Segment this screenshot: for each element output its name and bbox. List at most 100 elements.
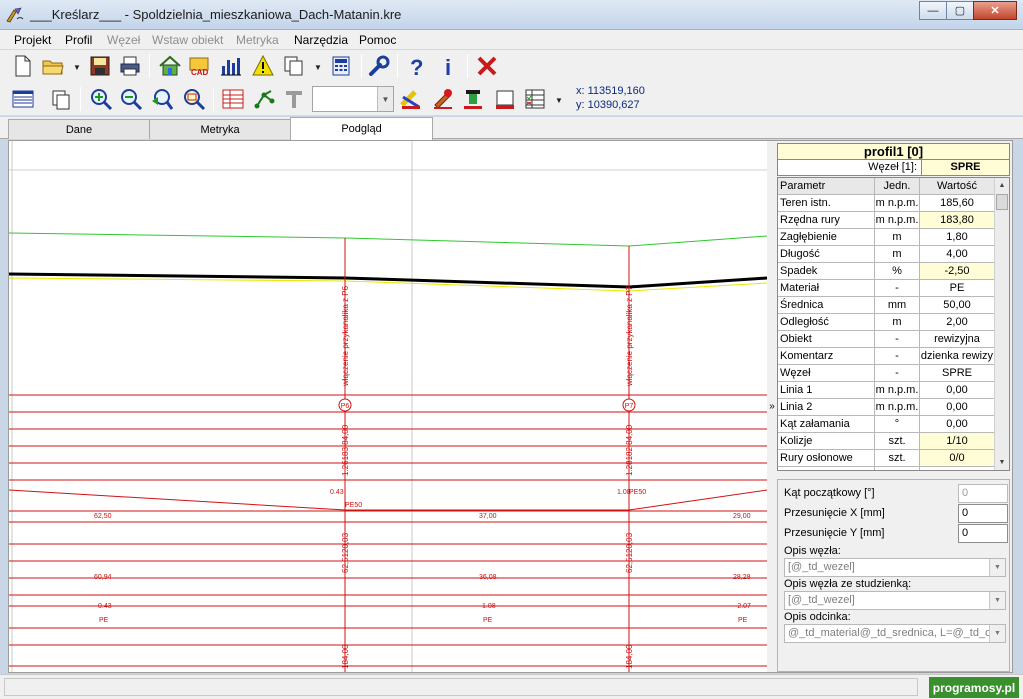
zoom-in-button[interactable] xyxy=(88,86,114,112)
param-value-cell[interactable]: 50,00 xyxy=(920,297,995,314)
open-file-button[interactable] xyxy=(40,53,66,79)
calculator-button[interactable] xyxy=(328,53,354,79)
offset-y-input[interactable]: 0 xyxy=(958,524,1008,543)
line-color-button[interactable] xyxy=(492,86,518,112)
close-button[interactable]: ✕ xyxy=(973,1,1017,20)
menu-projekt[interactable]: Projekt xyxy=(14,33,51,47)
param-value-cell[interactable]: 185,60 xyxy=(920,195,995,212)
exit-button[interactable] xyxy=(474,53,500,79)
home-button[interactable] xyxy=(157,53,183,79)
table-row[interactable]: Materiał - PE xyxy=(778,280,995,297)
chevron-down-icon[interactable]: ▼ xyxy=(377,87,393,111)
menu-profil[interactable]: Profil xyxy=(65,33,92,47)
chart-button[interactable] xyxy=(218,53,244,79)
table-view-button[interactable] xyxy=(10,86,36,112)
tab-metryka[interactable]: Metryka xyxy=(149,119,291,139)
panel-splitter[interactable]: » xyxy=(767,141,777,672)
param-value-cell[interactable]: 0,00 xyxy=(920,382,995,399)
table-row[interactable]: Średnica mm 50,00 xyxy=(778,297,995,314)
layer-combo[interactable]: ▼ xyxy=(312,86,394,112)
table-row[interactable]: Odległość m 2,00 xyxy=(778,314,995,331)
copy-button[interactable] xyxy=(281,53,307,79)
zoom-previous-button[interactable] xyxy=(149,86,175,112)
fill-style-button[interactable] xyxy=(460,86,486,112)
param-value-cell[interactable]: 183,80 xyxy=(920,212,995,229)
segment-description-select[interactable]: @_td_material@_td_srednica, L=@_td_dl ▼ xyxy=(784,624,1006,643)
scroll-down-icon[interactable]: ▼ xyxy=(995,455,1009,470)
param-value-cell[interactable]: rewizyjna xyxy=(920,331,995,348)
chevron-down-icon[interactable]: ▼ xyxy=(989,592,1005,609)
scroll-up-icon[interactable]: ▲ xyxy=(995,178,1009,193)
table-row[interactable]: Kąt załamania ° 0,00 xyxy=(778,416,995,433)
offset-x-input[interactable]: 0 xyxy=(958,504,1008,523)
node-description-select[interactable]: [@_td_wezel] ▼ xyxy=(784,558,1006,577)
param-value-cell[interactable]: SPRE xyxy=(920,365,995,382)
menu-narzedzia[interactable]: Narzędzia xyxy=(294,33,348,47)
pipe-style-button[interactable] xyxy=(398,86,424,112)
table-row[interactable]: Szerokośćm0,50 xyxy=(778,467,995,470)
menu-wstaw-obiekt[interactable]: Wstaw obiekt xyxy=(152,33,223,47)
chevron-down-icon[interactable]: ▼ xyxy=(989,625,1005,642)
open-dropdown-icon[interactable]: ▼ xyxy=(73,63,81,72)
table-row[interactable]: Teren istn. m n.p.m. 185,60 xyxy=(778,195,995,212)
param-value-cell[interactable]: 0,50 xyxy=(920,467,995,470)
nodes-button[interactable] xyxy=(251,86,277,112)
chevron-down-icon[interactable]: ▼ xyxy=(989,559,1005,576)
param-value-cell[interactable]: 0/0 xyxy=(920,450,995,467)
settings-button[interactable] xyxy=(366,53,392,79)
menu-metryka[interactable]: Metryka xyxy=(236,33,279,47)
table-row[interactable]: Długość m 4,00 xyxy=(778,246,995,263)
tab-dane[interactable]: Dane xyxy=(8,119,150,139)
grid-scrollbar[interactable]: ▲ ▼ xyxy=(994,178,1009,470)
table-row[interactable]: Linia 2m n.p.m. 0,00 xyxy=(778,399,995,416)
menu-wezel[interactable]: Węzeł xyxy=(107,33,140,47)
copy-dropdown-icon[interactable]: ▼ xyxy=(314,63,322,72)
table-row[interactable]: Spadek% -2,50 xyxy=(778,263,995,280)
info-button[interactable]: i xyxy=(436,53,462,79)
well-description-select[interactable]: [@_td_wezel] ▼ xyxy=(784,591,1006,610)
param-value-cell[interactable]: 1,80 xyxy=(920,229,995,246)
maximize-button[interactable]: ▢ xyxy=(946,1,974,20)
row4-value-left: PE xyxy=(99,617,109,624)
param-value-cell[interactable]: PE xyxy=(920,280,995,297)
print-button[interactable] xyxy=(117,53,143,79)
help-button[interactable]: ? xyxy=(404,53,430,79)
zoom-out-button[interactable] xyxy=(118,86,144,112)
grid-table-button[interactable] xyxy=(220,86,246,112)
table-row[interactable]: Zagłębienie m 1,80 xyxy=(778,229,995,246)
table-row[interactable]: Obiekt - rewizyjna xyxy=(778,331,995,348)
pen-color-button[interactable] xyxy=(430,86,456,112)
menu-pomoc[interactable]: Pomoc xyxy=(359,33,396,47)
param-value-cell[interactable]: 4,00 xyxy=(920,246,995,263)
zoom-fit-button[interactable] xyxy=(181,86,207,112)
save-button[interactable] xyxy=(87,53,113,79)
param-value-cell[interactable]: dzienka rewizy xyxy=(920,348,995,365)
param-value-cell[interactable]: -2,50 xyxy=(920,263,995,280)
param-value-cell[interactable]: 0,00 xyxy=(920,416,995,433)
profile-canvas[interactable]: P6 P7 włączenie przykanalika z P6 włącze… xyxy=(9,141,767,672)
expand-chevron-icon[interactable]: » xyxy=(769,401,775,412)
minimize-button[interactable]: — xyxy=(919,1,947,20)
layers-dropdown-icon[interactable]: ▼ xyxy=(555,96,563,105)
table-row[interactable]: Węzeł - SPRE xyxy=(778,365,995,382)
warning-button[interactable] xyxy=(250,53,276,79)
table-row[interactable]: Linia 1m n.p.m. 0,00 xyxy=(778,382,995,399)
scroll-thumb[interactable] xyxy=(996,194,1008,210)
tab-podglad[interactable]: Podgląd xyxy=(290,117,433,140)
coordinate-readout: x: 113519,160 y: 10390,627 xyxy=(576,84,645,112)
cad-export-button[interactable]: CAD xyxy=(187,53,213,79)
window-button[interactable] xyxy=(48,86,74,112)
table-row[interactable]: Kolizje szt. 1/10 xyxy=(778,433,995,450)
start-angle-input[interactable]: 0 xyxy=(958,484,1008,503)
table-row[interactable]: Rury osłonowe szt. 0/0 xyxy=(778,450,995,467)
param-value-cell[interactable]: 2,00 xyxy=(920,314,995,331)
param-value-cell[interactable]: 0,00 xyxy=(920,399,995,416)
text-style-button[interactable] xyxy=(281,86,307,112)
layers-button[interactable] xyxy=(522,86,548,112)
param-name-cell: Obiekt xyxy=(778,331,875,348)
table-row[interactable]: Rzędna rury m n.p.m. 183,80 xyxy=(778,212,995,229)
new-file-button[interactable] xyxy=(10,53,36,79)
param-value-cell[interactable]: 1/10 xyxy=(920,433,995,450)
row2-value-right: 28,28 xyxy=(733,574,751,581)
table-row[interactable]: Komentarz - dzienka rewizy xyxy=(778,348,995,365)
